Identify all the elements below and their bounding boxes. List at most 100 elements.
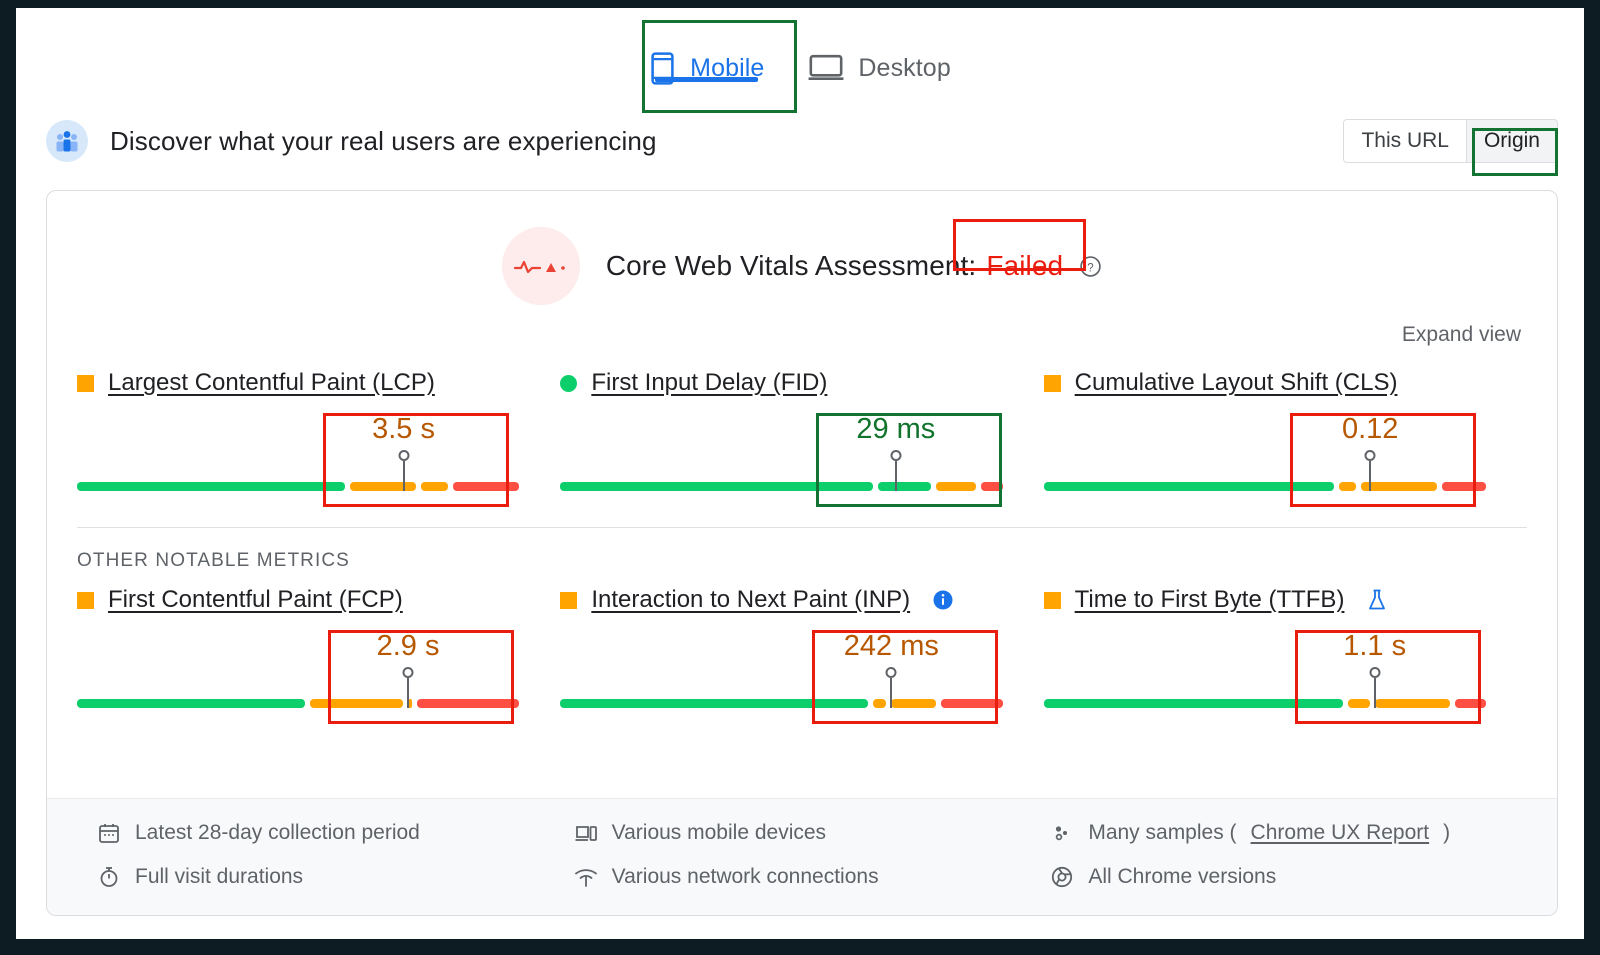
calendar-icon bbox=[97, 821, 121, 845]
network-signal-icon bbox=[574, 865, 598, 889]
footer-item-label-after: ) bbox=[1443, 821, 1450, 845]
core-web-vitals-assessment: Core Web Vitals Assessment: Failed ? bbox=[47, 191, 1557, 305]
rating-square-average-icon bbox=[77, 375, 94, 392]
scope-button-this-url[interactable]: This URL bbox=[1344, 120, 1466, 162]
stopwatch-icon bbox=[97, 865, 121, 889]
devices-icon bbox=[574, 821, 598, 845]
metric-distribution: 29 ms bbox=[560, 413, 1007, 499]
svg-text:?: ? bbox=[1087, 262, 1094, 274]
info-circle-icon[interactable] bbox=[932, 589, 954, 611]
tab-desktop-label: Desktop bbox=[858, 54, 950, 83]
footer-item-label: All Chrome versions bbox=[1088, 865, 1276, 889]
help-circle-icon[interactable]: ? bbox=[1079, 255, 1102, 278]
metric-value: 1.1 s bbox=[1343, 630, 1406, 663]
metric-distribution: 242 ms bbox=[560, 630, 1007, 716]
metric-name-link[interactable]: Interaction to Next Paint (INP) bbox=[591, 586, 910, 614]
footer-item: Various mobile devices bbox=[574, 821, 1051, 845]
tab-mobile[interactable]: Mobile bbox=[627, 18, 786, 104]
core-metrics-grid: Largest Contentful Paint (LCP) 3.5 s First… bbox=[47, 347, 1557, 499]
metric-distribution: 0.12 bbox=[1044, 413, 1491, 499]
bar-segment-average bbox=[1339, 482, 1356, 491]
metric-name-link[interactable]: First Contentful Paint (FCP) bbox=[108, 586, 403, 614]
bar-segment-average bbox=[1375, 699, 1451, 708]
samples-dots-icon bbox=[1050, 821, 1074, 845]
percentile-pin-marker bbox=[407, 678, 409, 708]
bar-segment-good bbox=[560, 482, 873, 491]
scope-button-origin[interactable]: Origin bbox=[1467, 120, 1557, 162]
card-footer: Latest 28-day collection period Full visi… bbox=[47, 798, 1557, 915]
bar-segment-average bbox=[310, 699, 403, 708]
metric-name-link[interactable]: First Input Delay (FID) bbox=[591, 369, 827, 397]
bar-segment-average bbox=[891, 699, 935, 708]
footer-item-label: Latest 28-day collection period bbox=[135, 821, 420, 845]
footer-item: Full visit durations bbox=[97, 865, 574, 889]
bar-segment-average bbox=[421, 482, 447, 491]
bar-segment-average bbox=[350, 482, 417, 491]
scope-toggle: This URL Origin bbox=[1343, 119, 1558, 163]
report-sheet: Mobile Desktop bbox=[16, 8, 1584, 939]
metric-cls: Cumulative Layout Shift (CLS) 0.12 bbox=[1044, 369, 1527, 499]
metric-name-link[interactable]: Cumulative Layout Shift (CLS) bbox=[1075, 369, 1398, 397]
device-tab-bar: Mobile Desktop bbox=[16, 8, 1584, 108]
rating-square-average-icon bbox=[77, 592, 94, 609]
metric-ttfb: Time to First Byte (TTFB) 1.1 s bbox=[1044, 586, 1527, 716]
metric-header: First Contentful Paint (FCP) bbox=[77, 586, 524, 614]
percentile-pin-marker bbox=[1374, 678, 1376, 708]
footer-item-label: Various mobile devices bbox=[612, 821, 826, 845]
chrome-logo-icon bbox=[1050, 865, 1074, 889]
field-data-card: Core Web Vitals Assessment: Failed ? Exp… bbox=[46, 190, 1558, 916]
bar-segment-good bbox=[77, 482, 345, 491]
metric-value: 3.5 s bbox=[372, 413, 435, 446]
metric-lcp: Largest Contentful Paint (LCP) 3.5 s bbox=[77, 369, 560, 499]
assessment-status: Failed bbox=[986, 250, 1063, 282]
metric-distribution: 2.9 s bbox=[77, 630, 524, 716]
footer-item-label: Various network connections bbox=[612, 865, 879, 889]
bar-segment-average bbox=[1361, 482, 1437, 491]
metric-fcp: First Contentful Paint (FCP) 2.9 s bbox=[77, 586, 560, 716]
metric-header: Interaction to Next Paint (INP) bbox=[560, 586, 1007, 614]
metric-name-link[interactable]: Time to First Byte (TTFB) bbox=[1075, 586, 1345, 614]
tab-active-underline bbox=[655, 77, 758, 82]
metric-header: Largest Contentful Paint (LCP) bbox=[77, 369, 524, 397]
distribution-bar bbox=[1044, 699, 1491, 708]
expand-view-link[interactable]: Expand view bbox=[1402, 323, 1521, 347]
metric-fid: First Input Delay (FID) 29 ms bbox=[560, 369, 1043, 499]
footer-column: Various mobile devices Various network co… bbox=[574, 821, 1051, 889]
footer-item: Many samples (Chrome UX Report) bbox=[1050, 821, 1527, 845]
real-users-group-icon bbox=[46, 120, 88, 162]
distribution-bar bbox=[77, 699, 524, 708]
footer-column: Latest 28-day collection period Full visi… bbox=[97, 821, 574, 889]
bar-segment-gap bbox=[936, 699, 941, 708]
bar-segment-gap bbox=[448, 482, 453, 491]
metric-distribution: 1.1 s bbox=[1044, 630, 1491, 716]
metric-header: First Input Delay (FID) bbox=[560, 369, 1007, 397]
footer-item: Various network connections bbox=[574, 865, 1051, 889]
bar-segment-poor bbox=[1442, 482, 1486, 491]
rating-square-average-icon bbox=[1044, 592, 1061, 609]
experiment-flask-icon[interactable] bbox=[1366, 588, 1388, 612]
bar-segment-poor bbox=[1455, 699, 1486, 708]
tab-desktop[interactable]: Desktop bbox=[786, 18, 972, 104]
bar-segment-average bbox=[936, 482, 976, 491]
chrome-ux-report-link[interactable]: Chrome UX Report bbox=[1251, 821, 1430, 845]
page-title: Discover what your real users are experi… bbox=[110, 126, 657, 157]
discover-header: Discover what your real users are experi… bbox=[16, 108, 1584, 174]
metric-inp: Interaction to Next Paint (INP) 242 ms bbox=[560, 586, 1043, 716]
pagespeed-insights-screenshot: Mobile Desktop bbox=[0, 0, 1600, 955]
metric-header: Cumulative Layout Shift (CLS) bbox=[1044, 369, 1491, 397]
bar-segment-average bbox=[873, 699, 886, 708]
rating-circle-good-icon bbox=[560, 375, 577, 392]
footer-column: Many samples (Chrome UX Report) All Chrom… bbox=[1050, 821, 1527, 889]
desktop-monitor-icon bbox=[808, 53, 844, 83]
percentile-pin-marker bbox=[890, 678, 892, 708]
bar-segment-poor bbox=[417, 699, 519, 708]
footer-item: All Chrome versions bbox=[1050, 865, 1527, 889]
bar-segment-poor bbox=[981, 482, 1003, 491]
metric-value: 0.12 bbox=[1342, 413, 1398, 446]
bar-segment-poor bbox=[453, 482, 520, 491]
distribution-bar bbox=[560, 699, 1007, 708]
expand-view-row: Expand view bbox=[47, 305, 1557, 347]
other-metrics-grid: First Contentful Paint (FCP) 2.9 s Interac… bbox=[47, 572, 1557, 716]
metric-name-link[interactable]: Largest Contentful Paint (LCP) bbox=[108, 369, 435, 397]
footer-item: Latest 28-day collection period bbox=[97, 821, 574, 845]
